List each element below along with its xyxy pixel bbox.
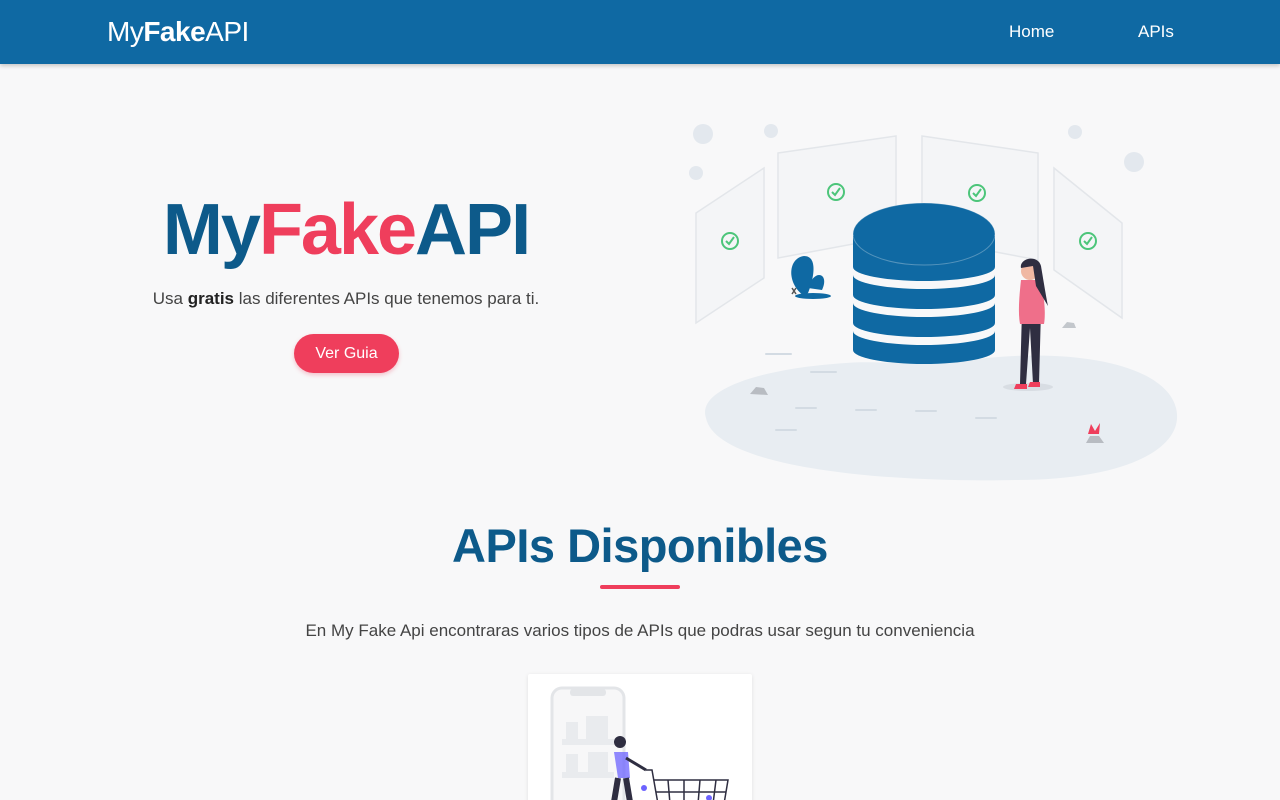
hero-title-fake: Fake	[258, 190, 417, 270]
hero-subtitle-prefix: Usa	[152, 289, 188, 308]
nav-link-apis[interactable]: APIs	[1138, 21, 1174, 43]
brand-bold: Fake	[143, 16, 206, 47]
floor-shadow	[705, 355, 1178, 481]
api-card[interactable]	[528, 674, 752, 800]
top-navbar: MyFakeAPI Home APIs	[0, 0, 1280, 64]
section-divider	[600, 585, 680, 589]
nav-link-home[interactable]: Home	[1009, 21, 1054, 43]
database-icon	[852, 202, 996, 364]
apis-section-description: En My Fake Api encontraras varios tipos …	[305, 621, 975, 640]
hero-subtitle: Usa gratis las diferentes APIs que tenem…	[0, 287, 692, 311]
brand-suffix: API	[205, 16, 249, 47]
plant-icon	[791, 256, 831, 299]
hero-title: MyFakeAPI	[0, 190, 692, 270]
hero-title-my: My	[162, 190, 261, 270]
hero-subtitle-suffix: las diferentes APIs que tenemos para ti.	[234, 289, 540, 308]
brand-prefix: My	[107, 16, 144, 47]
brand-logo-link[interactable]: MyFakeAPI	[107, 15, 249, 49]
database-illustration	[689, 124, 1178, 481]
apis-section-title: APIs Disponibles	[452, 519, 828, 572]
hero-subtitle-bold: gratis	[187, 289, 235, 308]
shopping-cart-illustration	[550, 686, 729, 800]
hero-title-api: API	[415, 190, 531, 270]
view-guide-button[interactable]: Ver Guia	[294, 334, 399, 373]
